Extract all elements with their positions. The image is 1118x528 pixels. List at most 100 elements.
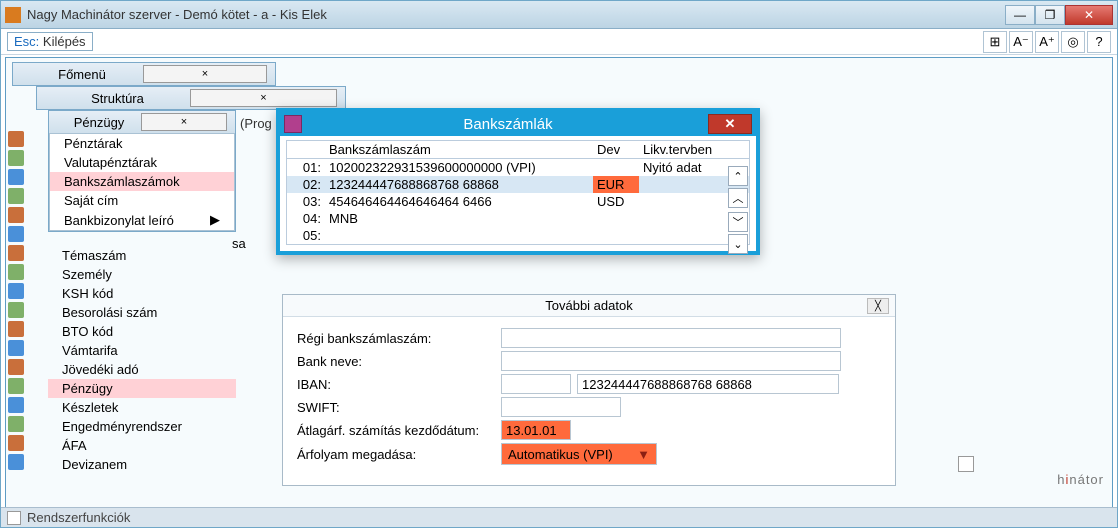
group-tovabbi-adatok: További adatok ╳ Régi bankszámlaszám: Ba…	[282, 294, 896, 486]
bank-row[interactable]: 05:	[287, 227, 749, 244]
menu-item[interactable]: Bankbizonylat leíró▶	[50, 210, 234, 230]
bank-row[interactable]: 02:123244447688868768 68868EUR	[287, 176, 749, 193]
minimize-button[interactable]: —	[1005, 5, 1035, 25]
bank-row[interactable]: 04:MNB	[287, 210, 749, 227]
content-area: Főmenü× Struktúra× Pénzügy× PénztárakVal…	[5, 57, 1113, 523]
row-account: MNB	[325, 210, 593, 227]
col-dev[interactable]: Dev	[593, 141, 639, 158]
side-icon[interactable]	[8, 245, 24, 261]
side-icon[interactable]	[8, 264, 24, 280]
dialog-titlebar[interactable]: Bankszámlák ✕	[280, 112, 756, 136]
row-num: 01:	[287, 159, 325, 176]
scroll-top-button[interactable]: ⌃	[728, 166, 748, 186]
dialog-icon	[284, 115, 302, 133]
input-atlagarf-date[interactable]	[501, 420, 571, 440]
side-icon[interactable]	[8, 169, 24, 185]
scroll-bottom-button[interactable]: ⌄	[728, 234, 748, 254]
side-icon[interactable]	[8, 131, 24, 147]
side-list-item[interactable]: Témaszám	[48, 246, 236, 265]
group-close-button[interactable]: ╳	[867, 298, 889, 314]
panel-close-icon[interactable]: ×	[141, 113, 227, 131]
side-list-item[interactable]: Engedményrendszer	[48, 417, 236, 436]
row-dev	[593, 227, 639, 244]
side-list-item[interactable]: KSH kód	[48, 284, 236, 303]
col-likv[interactable]: Likv.tervben	[639, 141, 749, 158]
window-close-button[interactable]: ✕	[1065, 5, 1113, 25]
panel-title: Főmenü	[21, 67, 143, 82]
panel-penzugy: Pénzügy× PénztárakValutapénztárakBankszá…	[48, 110, 236, 232]
titlebar[interactable]: Nagy Machinátor szerver - Demó kötet - a…	[1, 1, 1117, 29]
help-button[interactable]: ?	[1087, 31, 1111, 53]
font-increase-button[interactable]: A⁺	[1035, 31, 1059, 53]
bank-row[interactable]: 01:102002322931539600000000 (VPI)Nyitó a…	[287, 159, 749, 176]
menu-item[interactable]: Saját cím	[50, 191, 234, 210]
side-list-item[interactable]: Jövedéki adó	[48, 360, 236, 379]
side-list-item[interactable]: Személy	[48, 265, 236, 284]
app-window: Nagy Machinátor szerver - Demó kötet - a…	[0, 0, 1118, 528]
label-atlagarf: Átlagárf. számítás kezdődátum:	[297, 423, 501, 438]
side-list-item[interactable]: BTO kód	[48, 322, 236, 341]
side-icon[interactable]	[8, 416, 24, 432]
side-list-item[interactable]: Pénzügy	[48, 379, 236, 398]
side-icon[interactable]	[8, 207, 24, 223]
side-icon[interactable]	[8, 226, 24, 242]
checkbox[interactable]	[958, 456, 974, 472]
scroll-down-button[interactable]: ﹀	[728, 212, 748, 232]
row-num: 04:	[287, 210, 325, 227]
status-bar: Rendszerfunkciók	[1, 507, 1117, 527]
input-iban[interactable]	[577, 374, 839, 394]
side-icon[interactable]	[8, 435, 24, 451]
esc-button[interactable]: Esc: Kilépés	[7, 32, 93, 51]
row-dev	[593, 210, 639, 227]
input-swift[interactable]	[501, 397, 621, 417]
side-list-item[interactable]: Készletek	[48, 398, 236, 417]
row-dev	[593, 159, 639, 176]
menu-item[interactable]: Valutapénztárak	[50, 153, 234, 172]
row-dev: EUR	[593, 176, 639, 193]
panel-close-icon[interactable]: ×	[143, 65, 267, 83]
side-icon[interactable]	[8, 340, 24, 356]
input-bank-neve[interactable]	[501, 351, 841, 371]
side-icon[interactable]	[8, 454, 24, 470]
row-account: 102002322931539600000000 (VPI)	[325, 159, 593, 176]
grid-view-button[interactable]: ⊞	[983, 31, 1007, 53]
row-dev: USD	[593, 193, 639, 210]
col-szam[interactable]: Bankszámlaszám	[325, 141, 593, 158]
menu-item[interactable]: Bankszámlaszámok	[50, 172, 234, 191]
side-icon[interactable]	[8, 359, 24, 375]
row-num: 02:	[287, 176, 325, 193]
maximize-button[interactable]: ❐	[1035, 5, 1065, 25]
side-icon[interactable]	[8, 302, 24, 318]
bank-row[interactable]: 03:454646464464646464 6466USD	[287, 193, 749, 210]
side-list: TémaszámSzemélyKSH kódBesorolási számBTO…	[48, 246, 236, 474]
side-list-item[interactable]: Devizanem	[48, 455, 236, 474]
side-list-item[interactable]: Vámtarifa	[48, 341, 236, 360]
row-num: 03:	[287, 193, 325, 210]
side-icon[interactable]	[8, 321, 24, 337]
input-regi-bankszamla[interactable]	[501, 328, 841, 348]
target-button[interactable]: ◎	[1061, 31, 1085, 53]
side-icon[interactable]	[8, 188, 24, 204]
combo-arfolyam[interactable]: Automatikus (VPI) ▼	[501, 443, 657, 465]
penzugy-menu: PénztárakValutapénztárakBankszámlaszámok…	[49, 133, 235, 231]
panel-struktura: Struktúra×	[36, 86, 346, 110]
side-list-item[interactable]: Besorolási szám	[48, 303, 236, 322]
label-regi: Régi bankszámlaszám:	[297, 331, 501, 346]
panel-close-icon[interactable]: ×	[190, 89, 337, 107]
toolbar: Esc: Kilépés ⊞ A⁻ A⁺ ◎ ?	[1, 29, 1117, 55]
dialog-close-button[interactable]: ✕	[708, 114, 752, 134]
statusbar-label[interactable]: Rendszerfunkciók	[27, 510, 130, 525]
side-icon[interactable]	[8, 397, 24, 413]
menu-item[interactable]: Pénztárak	[50, 134, 234, 153]
label-swift: SWIFT:	[297, 400, 501, 415]
statusbar-icon[interactable]	[7, 511, 21, 525]
side-list-item[interactable]: ÁFA	[48, 436, 236, 455]
font-decrease-button[interactable]: A⁻	[1009, 31, 1033, 53]
side-icon[interactable]	[8, 150, 24, 166]
side-icon[interactable]	[8, 378, 24, 394]
panel-fomenu: Főmenü×	[12, 62, 276, 86]
prog-text: (Prog	[240, 116, 272, 131]
input-iban-prefix[interactable]	[501, 374, 571, 394]
side-icon[interactable]	[8, 283, 24, 299]
scroll-up-button[interactable]: ︿	[728, 188, 748, 208]
